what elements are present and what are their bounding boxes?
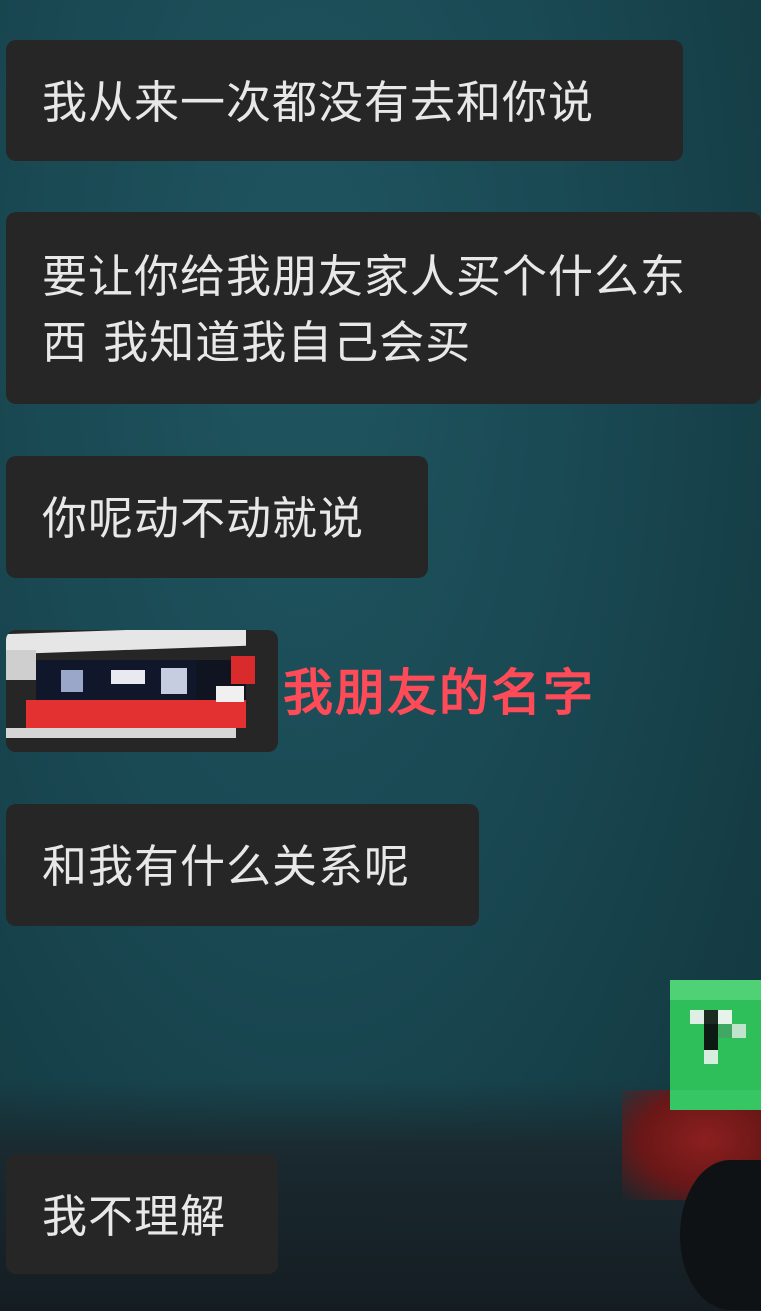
message-bubble[interactable]: 我从来一次都没有去和你说 — [6, 40, 683, 161]
message-text-line: 要让你给我朋友家人买个什么东 — [42, 250, 687, 303]
pixelated-redaction — [6, 630, 278, 752]
message-text: 我从来一次都没有去和你说 — [42, 76, 595, 129]
annotation-label: 我朋友的名字 — [283, 664, 595, 722]
message-bubble[interactable]: 我不理解 — [6, 1154, 278, 1274]
message-bubble[interactable]: 要让你给我朋友家人买个什么东 西 我知道我自己会买 — [6, 212, 761, 404]
message-text: 你呢动不动就说 — [42, 492, 365, 545]
message-bubble[interactable]: 你呢动不动就说 — [6, 456, 428, 578]
message-text-line: 西 我知道我自己会买 — [42, 316, 472, 369]
message-text: 我不理解 — [42, 1190, 227, 1243]
message-bubble[interactable]: 和我有什么关系呢 — [6, 804, 479, 926]
message-text: 和我有什么关系呢 — [42, 840, 411, 893]
contact-avatar[interactable] — [670, 980, 761, 1110]
avatar-pixelated-icon — [670, 980, 761, 1110]
redacted-message-bubble[interactable] — [6, 630, 278, 752]
